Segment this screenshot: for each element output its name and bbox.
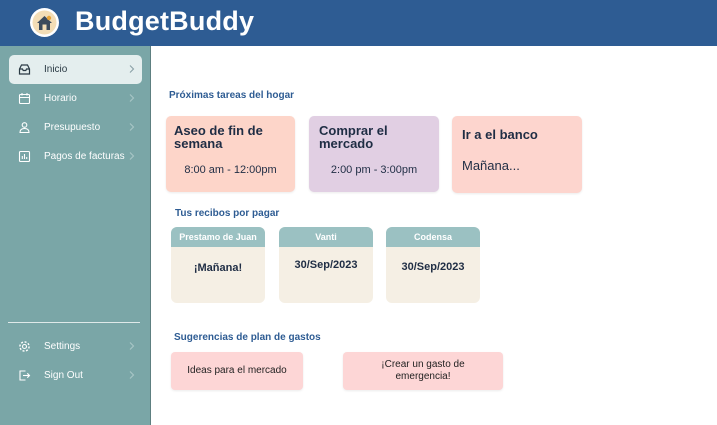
inbox-icon	[18, 64, 31, 75]
suggestion-button[interactable]: Ideas para el mercado	[171, 352, 303, 390]
task-time: Mañana...	[462, 158, 520, 173]
sidebar-item-sign-out[interactable]: Sign Out	[9, 361, 142, 390]
bill-name: Prestamo de Juan	[171, 227, 265, 247]
house-icon	[32, 10, 57, 35]
task-card[interactable]: Ir a el banco Mañana...	[452, 116, 582, 193]
task-card[interactable]: Aseo de fin de semana 8:00 am - 12:00pm	[166, 116, 295, 192]
app-title: BudgetBuddy	[75, 6, 255, 36]
task-title: Ir a el banco	[462, 127, 538, 142]
chevron-right-icon	[129, 152, 135, 160]
task-title: Comprar el mercado	[319, 123, 388, 151]
sidebar-item-label: Inicio	[44, 64, 68, 75]
chevron-right-icon	[129, 94, 135, 102]
logo[interactable]	[30, 8, 59, 37]
bill-card[interactable]: Codensa 30/Sep/2023	[386, 227, 480, 303]
calendar-icon	[18, 93, 31, 105]
app-header: BudgetBuddy	[0, 0, 717, 46]
bill-due: 30/Sep/2023	[401, 261, 465, 273]
task-time: 8:00 am - 12:00pm	[184, 164, 277, 176]
chevron-right-icon	[129, 342, 135, 350]
tasks-section-title: Próximas tareas del hogar	[169, 90, 295, 101]
sidebar-divider	[8, 322, 140, 323]
task-time: 2:00 pm - 3:00pm	[330, 164, 418, 176]
chevron-right-icon	[129, 65, 135, 73]
gear-icon	[19, 341, 30, 352]
sidebar-item-presupuesto[interactable]: Presupuesto	[9, 113, 142, 142]
sidebar-item-label: Pagos de facturas	[44, 151, 125, 162]
suggestions-section-title: Sugerencias de plan de gastos	[174, 332, 321, 343]
sidebar-item-pagos-de-facturas[interactable]: Pagos de facturas	[9, 142, 142, 171]
sidebar-item-horario[interactable]: Horario	[9, 84, 142, 113]
bill-name: Vanti	[279, 227, 373, 247]
sidebar-item-inicio[interactable]: Inicio	[9, 55, 142, 84]
sidebar-item-label: Settings	[44, 341, 81, 352]
task-title: Aseo de fin de semana	[174, 123, 263, 151]
chart-icon	[18, 150, 31, 163]
sidebar-item-settings[interactable]: Settings	[9, 332, 142, 361]
bill-card[interactable]: Prestamo de Juan ¡Mañana!	[171, 227, 265, 303]
suggestion-button[interactable]: ¡Crear un gasto de emergencia!	[343, 352, 503, 390]
chevron-right-icon	[129, 123, 135, 131]
users-icon	[19, 122, 30, 134]
bill-card[interactable]: Vanti 30/Sep/2023	[279, 227, 373, 303]
sidebar-item-label: Sign Out	[44, 370, 83, 381]
sidebar: Inicio Horario Presupuesto Pagos de fact…	[0, 46, 151, 425]
bill-due: ¡Mañana!	[193, 262, 243, 274]
sign-out-icon	[19, 370, 31, 381]
main-content: Próximas tareas del hogar Aseo de fin de…	[152, 46, 717, 425]
sidebar-item-label: Presupuesto	[44, 122, 101, 133]
bill-due: 30/Sep/2023	[294, 259, 358, 271]
bills-section-title: Tus recibos por pagar	[175, 208, 280, 219]
task-card[interactable]: Comprar el mercado 2:00 pm - 3:00pm	[309, 116, 439, 192]
sidebar-item-label: Horario	[44, 93, 77, 104]
chevron-right-icon	[129, 371, 135, 379]
bill-name: Codensa	[386, 227, 480, 247]
